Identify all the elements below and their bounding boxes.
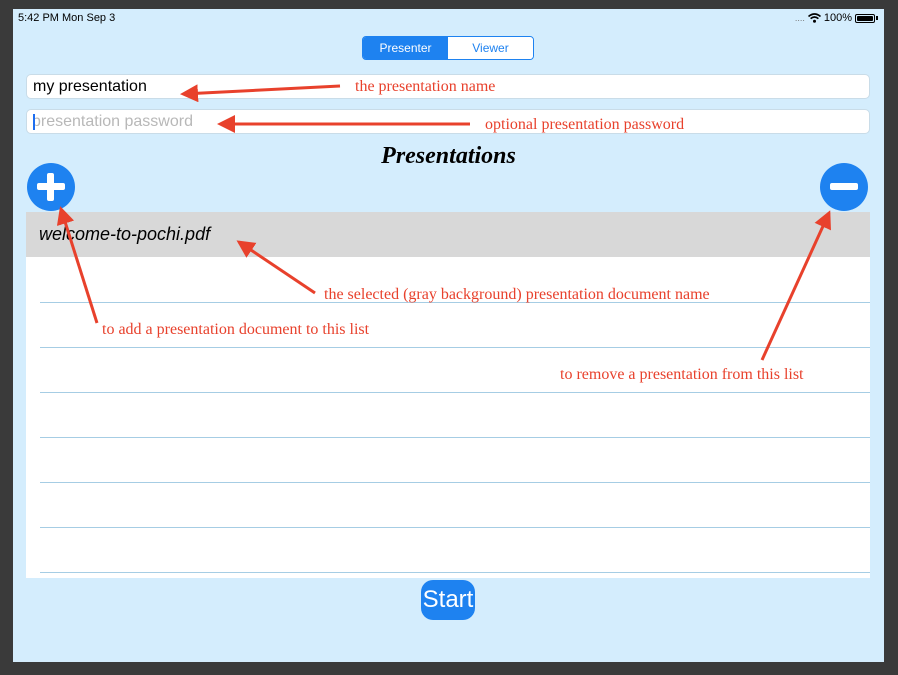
annotation-remove: to remove a presentation from this list (560, 366, 804, 383)
annotation-add: to add a presentation document to this l… (102, 321, 370, 338)
arrow-name (180, 84, 341, 103)
arrow-remove (760, 210, 831, 361)
arrow-selected (236, 240, 316, 295)
app-screen: 5:42 PM Mon Sep 3 .... 100% Presenter Vi… (13, 9, 884, 662)
annotation-name: the presentation name (355, 78, 496, 95)
arrow-add (56, 206, 99, 324)
annotation-selected: the selected (gray background) presentat… (324, 286, 710, 303)
annotation-password: optional presentation password (485, 116, 685, 133)
